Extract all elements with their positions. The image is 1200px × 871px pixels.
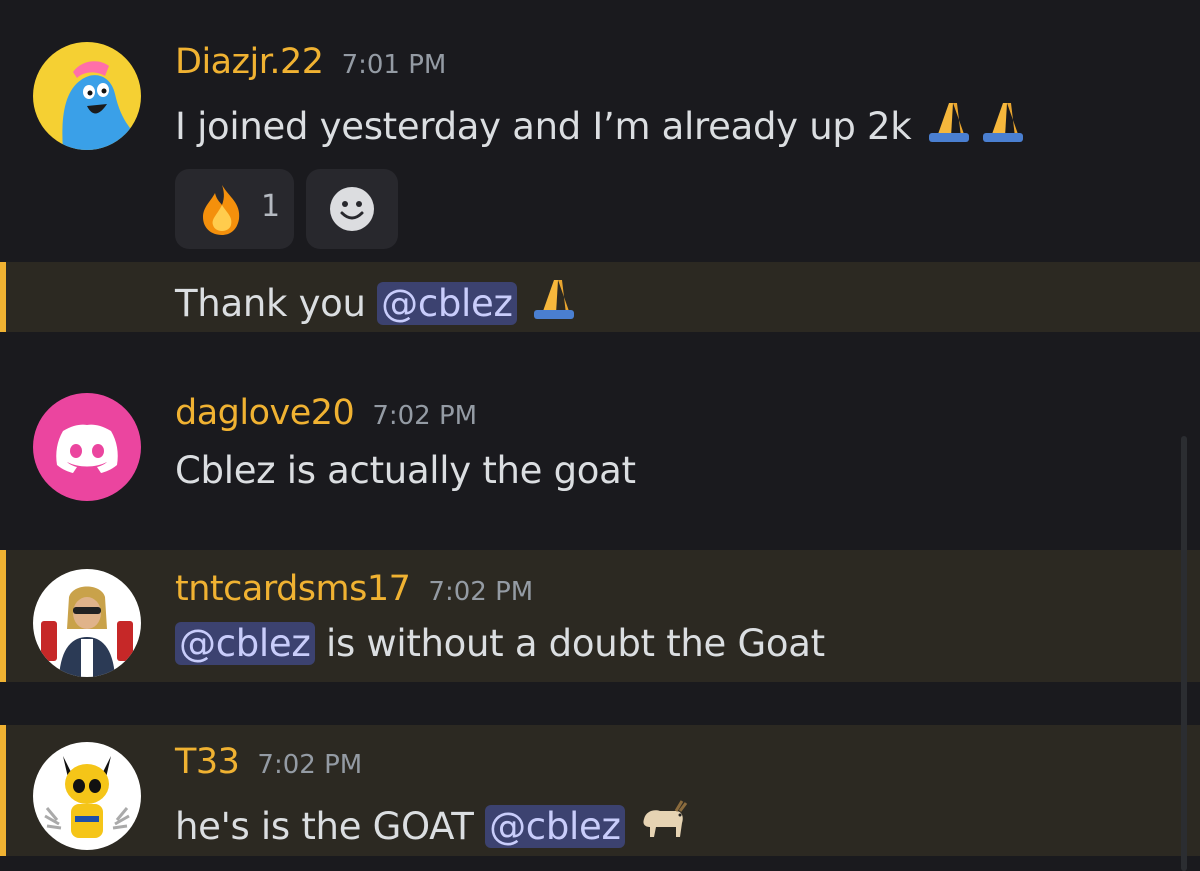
- message-diazjr: Diazjr.22 7:01 PM I joined yesterday and …: [0, 0, 1200, 262]
- folded-hands-icon: [528, 274, 582, 329]
- fire-reaction[interactable]: 1: [175, 169, 294, 249]
- timestamp: 7:02 PM: [428, 577, 534, 607]
- avatar[interactable]: [33, 42, 141, 150]
- avatar[interactable]: [33, 393, 141, 501]
- goat-icon: [636, 797, 692, 852]
- username[interactable]: Diazjr.22 7:01 PM: [175, 42, 446, 82]
- wolverine-figure-icon: [44, 756, 130, 838]
- user-mention[interactable]: @cblez: [377, 282, 517, 325]
- message-t33: T33 7:02 PM he's is the GOAT @cblez: [0, 725, 1200, 856]
- message-text: Cblez is actually the goat: [175, 449, 636, 492]
- message-text: Thank you @cblez: [175, 274, 582, 329]
- timestamp: 7:02 PM: [372, 401, 478, 431]
- username[interactable]: tntcardsms17 7:02 PM: [175, 569, 533, 609]
- message-continuation: Thank you @cblez: [0, 262, 1200, 332]
- dynamite-character-icon: [41, 586, 133, 677]
- message-text: I joined yesterday and I’m already up 2k: [175, 97, 1033, 152]
- user-mention[interactable]: @cblez: [485, 805, 625, 848]
- timestamp: 7:01 PM: [341, 50, 447, 80]
- discord-logo-icon: [56, 424, 118, 473]
- folded-hands-icon: [923, 97, 1033, 152]
- add-reaction-button[interactable]: [306, 169, 398, 249]
- message-text: he's is the GOAT @cblez: [175, 797, 692, 852]
- message-tntcardsms17: tntcardsms17 7:02 PM @cblez is without a …: [0, 550, 1200, 682]
- avatar[interactable]: [33, 569, 141, 677]
- fire-emoji-icon: [197, 183, 247, 241]
- reaction-count: 1: [261, 189, 281, 224]
- scrollbar[interactable]: [1181, 436, 1187, 871]
- timestamp: 7:02 PM: [257, 750, 363, 780]
- blue-creature-icon: [62, 61, 141, 150]
- smiley-face-icon: [329, 186, 375, 236]
- avatar[interactable]: [33, 742, 141, 850]
- username[interactable]: daglove20 7:02 PM: [175, 393, 477, 433]
- message-text: @cblez is without a doubt the Goat: [175, 622, 825, 665]
- message-daglove20: daglove20 7:02 PM Cblez is actually the g…: [0, 332, 1200, 550]
- user-mention[interactable]: @cblez: [175, 622, 315, 665]
- username[interactable]: T33 7:02 PM: [175, 742, 362, 782]
